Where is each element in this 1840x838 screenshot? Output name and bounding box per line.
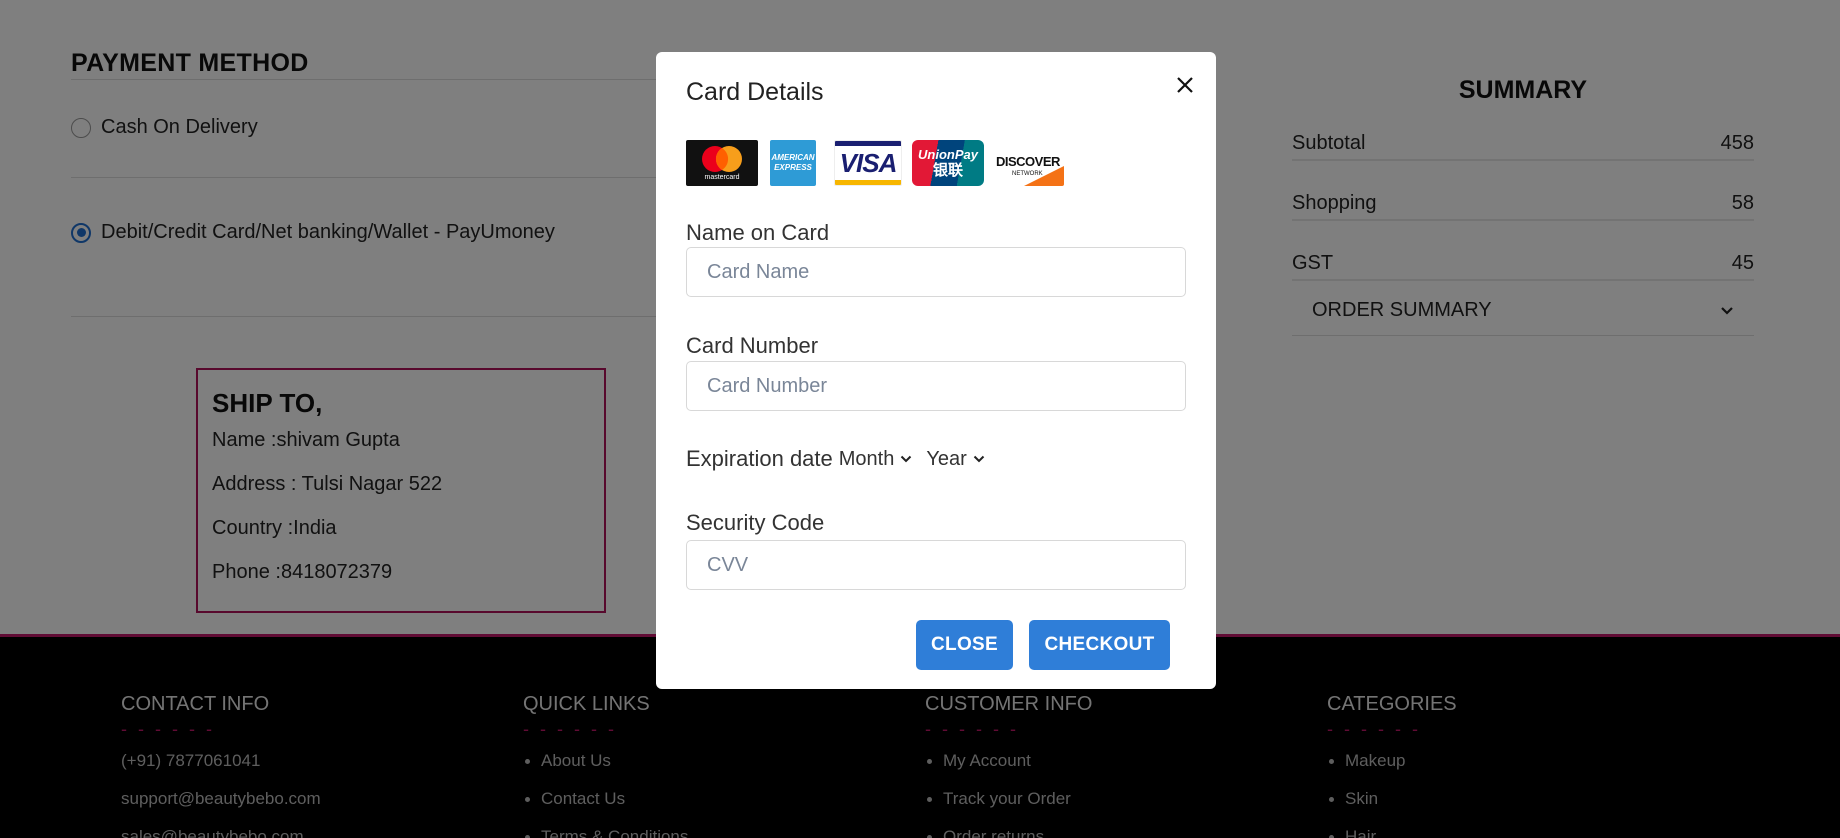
expiration-label: Expiration date [686,446,833,471]
unionpay-text: UnionPay [918,147,978,162]
mastercard-circles-icon [702,146,742,172]
unionpay-logo: UnionPay 银联 [912,140,984,186]
unionpay-cn-text: 银联 [932,162,963,179]
mastercard-text: mastercard [704,174,740,181]
chevron-down-icon [973,455,985,463]
visa-bottom-stripe [835,180,901,185]
visa-text: VISA [839,148,898,178]
expiration-row: Expiration date Month Year [686,446,993,472]
mastercard-logo: mastercard [686,140,758,186]
amex-line1: AMERICAN [771,153,815,162]
modal-title: Card Details [686,78,824,106]
year-select-value: Year [926,447,967,470]
discover-logo: DISCOVER NETWORK [994,140,1064,186]
chevron-down-icon [900,455,912,463]
card-number-input[interactable] [686,361,1186,411]
close-button[interactable]: CLOSE [916,620,1013,670]
name-on-card-label: Name on Card [686,220,830,245]
visa-top-stripe [835,141,901,146]
month-select-value: Month [838,447,895,470]
checkout-page: PAYMENT METHOD Cash On Delivery Debit/Cr… [0,0,1840,838]
discover-swoosh-icon [1024,166,1064,186]
security-code-label: Security Code [686,510,825,535]
card-logos-row: mastercard AMERICAN EXPRESS VISA UnionPa… [686,140,1074,186]
amex-line2: EXPRESS [774,163,812,172]
card-details-modal: Card Details mastercard AMERICAN EXPRESS [656,52,1216,689]
card-number-label: Card Number [686,333,819,358]
cvv-input[interactable] [686,540,1186,590]
checkout-button[interactable]: CHECKOUT [1029,620,1170,670]
visa-logo: VISA [834,140,902,186]
card-name-input[interactable] [686,247,1186,297]
month-select[interactable]: Month [839,448,913,471]
amex-logo: AMERICAN EXPRESS [770,140,816,186]
close-icon[interactable] [1170,70,1200,100]
year-select[interactable]: Year [926,448,984,471]
